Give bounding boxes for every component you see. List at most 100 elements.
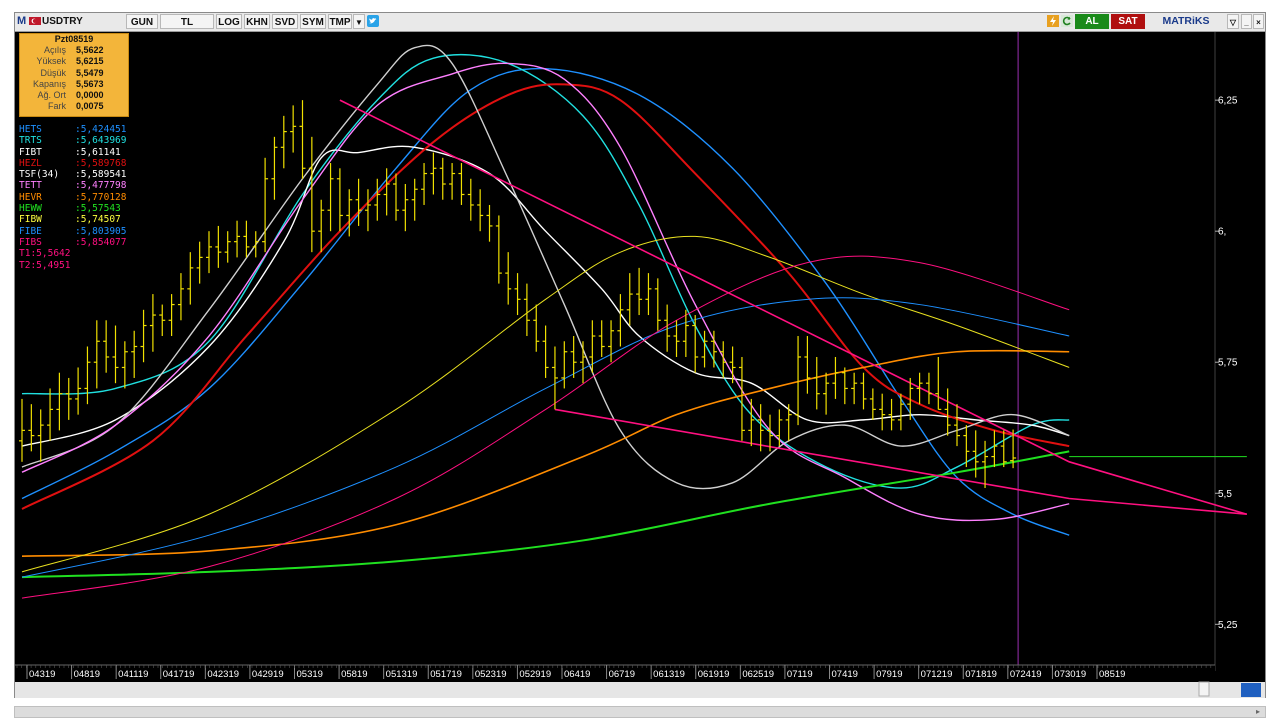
info-row-wavg: Ağ. Ort 0,0000 bbox=[20, 90, 128, 101]
legend-value: :5,477798 bbox=[75, 180, 127, 192]
legend-item-tett: TETT :5,477798 bbox=[19, 180, 126, 191]
legend-value: :5,589768 bbox=[75, 157, 127, 169]
legend-item-fibs: FIBS :5,854077 bbox=[19, 237, 126, 248]
info-label: Kapanış bbox=[32, 78, 66, 89]
legend-name: FIBT bbox=[19, 146, 42, 158]
minimize-icon[interactable]: _ bbox=[1241, 14, 1252, 29]
x-tick-label: 051719 bbox=[430, 669, 462, 680]
symbol-field[interactable]: USDTRY bbox=[42, 14, 122, 29]
chart-window: M USDTRY GUN TL LOG KHN SVD SYM TMP ▼ AL… bbox=[14, 12, 1266, 698]
legend-item-hezl: HEZL :5,589768 bbox=[19, 158, 126, 169]
info-label: Ağ. Ort bbox=[37, 90, 66, 101]
legend-item-hevr: HEVR:5,770128 bbox=[19, 192, 126, 203]
buy-button[interactable]: AL bbox=[1075, 14, 1109, 29]
info-value: 5,5673 bbox=[76, 78, 104, 89]
toolbar-button-sym[interactable]: SYM bbox=[300, 14, 326, 29]
matriks-brand: MATRiKS bbox=[1162, 15, 1210, 27]
legend-name: T2 bbox=[19, 259, 31, 271]
info-row-high: Yüksek 5,6215 bbox=[20, 56, 128, 67]
refresh-icon[interactable] bbox=[1061, 14, 1073, 29]
legend-value: :5,589541 bbox=[75, 169, 127, 181]
legend-name: HEZL bbox=[19, 157, 42, 169]
legend-name: T1 bbox=[19, 248, 31, 260]
x-tick-label: 052919 bbox=[519, 669, 551, 680]
info-row-diff: Fark 0,0075 bbox=[20, 101, 128, 112]
x-tick-label: 061319 bbox=[653, 669, 685, 680]
price-chart[interactable]: 5,25 5,5 5,75 6, 6,25 04319 04819 041119 041719 0… bbox=[15, 32, 1265, 698]
y-tick-label: 6, bbox=[1218, 227, 1226, 238]
panel-button bbox=[1198, 681, 1210, 697]
ohlc-info-box: Pzt08519 Açılış 5,5622 Yüksek 5,6215 Düşük… bbox=[19, 33, 129, 117]
legend-value: :5,4951 bbox=[30, 259, 71, 271]
bottom-panel bbox=[15, 682, 1265, 698]
info-row-close: Kapanış 5,5673 bbox=[20, 79, 128, 90]
legend-value: :5,424451 bbox=[75, 124, 127, 135]
toolbar-button-khn[interactable]: KHN bbox=[244, 14, 270, 29]
legend-item-tsf34: TSF(34):5,589541 bbox=[19, 169, 126, 180]
scroll-right-icon[interactable]: ▸ bbox=[1253, 708, 1263, 716]
legend-name: HEVR bbox=[19, 191, 42, 203]
menu-dropdown-icon[interactable]: ▽ bbox=[1227, 14, 1239, 29]
legend-name: HEWW bbox=[19, 203, 42, 215]
legend-item-t2: T2:5,4951 bbox=[19, 260, 126, 271]
x-tick-label: 072419 bbox=[1010, 669, 1042, 680]
legend-name: FIBS bbox=[19, 236, 42, 248]
dropdown-arrow-icon[interactable]: ▼ bbox=[353, 14, 365, 29]
x-tick-label: 051319 bbox=[386, 669, 418, 680]
horizontal-scrollbar[interactable]: ▸ bbox=[14, 706, 1266, 718]
legend-name: TETT bbox=[19, 180, 42, 192]
indicator-legend: HETS:5,424451 TRTS:5,643969 FIBT:5,61141 HE… bbox=[19, 124, 126, 271]
info-label: Fark bbox=[48, 101, 66, 112]
legend-item-fibw: FIBW:5,74507 bbox=[19, 214, 126, 225]
legend-value: :5,854077 bbox=[75, 236, 127, 248]
toolbar-button-log[interactable]: LOG bbox=[216, 14, 242, 29]
x-tick-label: 062519 bbox=[742, 669, 774, 680]
info-value: 0,0075 bbox=[76, 101, 104, 112]
x-tick-label: 07119 bbox=[787, 669, 813, 680]
y-tick-label: 5,5 bbox=[1218, 489, 1232, 500]
legend-item-trts: TRTS:5,643969 bbox=[19, 135, 126, 146]
toolbar-button-gun[interactable]: GUN bbox=[126, 14, 158, 29]
settings-button bbox=[1241, 683, 1261, 697]
y-tick-label: 5,25 bbox=[1218, 620, 1238, 631]
x-tick-label: 06419 bbox=[564, 669, 590, 680]
matriks-logo-icon: M bbox=[17, 15, 27, 27]
app: M USDTRY GUN TL LOG KHN SVD SYM TMP ▼ AL… bbox=[0, 0, 1280, 720]
x-tick-label: 07419 bbox=[832, 669, 858, 680]
legend-value: :5,5642 bbox=[30, 248, 71, 260]
info-value: 5,5622 bbox=[76, 45, 104, 55]
x-tick-label: 08519 bbox=[1099, 669, 1125, 680]
x-tick-label: 07919 bbox=[876, 669, 902, 680]
lightning-icon[interactable] bbox=[1047, 14, 1059, 29]
legend-item-t1: T1:5,5642 bbox=[19, 248, 126, 259]
x-tick-label: 042919 bbox=[252, 669, 284, 680]
x-tick-label: 04819 bbox=[74, 669, 100, 680]
toolbar-button-tmp[interactable]: TMP bbox=[328, 14, 352, 29]
legend-value: :5,61141 bbox=[75, 146, 121, 158]
flag-icon[interactable] bbox=[29, 14, 41, 29]
x-tick-label: 052319 bbox=[475, 669, 507, 680]
legend-item-heww: HEWW:5,57543 bbox=[19, 203, 126, 214]
legend-name: HETS bbox=[19, 124, 42, 135]
close-icon[interactable]: × bbox=[1253, 14, 1264, 29]
x-tick-label: 073019 bbox=[1054, 669, 1086, 680]
y-tick-label: 6,25 bbox=[1218, 96, 1238, 107]
toolbar: M USDTRY GUN TL LOG KHN SVD SYM TMP ▼ AL… bbox=[15, 13, 1265, 32]
twitter-icon[interactable] bbox=[367, 14, 379, 29]
legend-value: :5,803905 bbox=[75, 225, 127, 237]
y-tick-label: 5,75 bbox=[1218, 358, 1238, 369]
legend-name: FIBE bbox=[19, 225, 42, 237]
info-row-open: Açılış 5,5622 bbox=[20, 45, 128, 56]
toolbar-button-tl[interactable]: TL bbox=[160, 14, 214, 29]
sell-button[interactable]: SAT bbox=[1111, 14, 1145, 29]
info-value: 5,5479 bbox=[76, 67, 104, 78]
legend-value: :5,643969 bbox=[75, 135, 127, 147]
info-box-title: Pzt08519 bbox=[54, 34, 94, 44]
x-tick-label: 041119 bbox=[118, 669, 148, 680]
info-label: Açılış bbox=[43, 45, 66, 55]
toolbar-button-svd[interactable]: SVD bbox=[272, 14, 298, 29]
x-tick-label: 071819 bbox=[965, 669, 997, 680]
info-label: Yüksek bbox=[36, 56, 66, 67]
info-label: Düşük bbox=[40, 67, 66, 78]
x-tick-label: 041719 bbox=[163, 669, 195, 680]
